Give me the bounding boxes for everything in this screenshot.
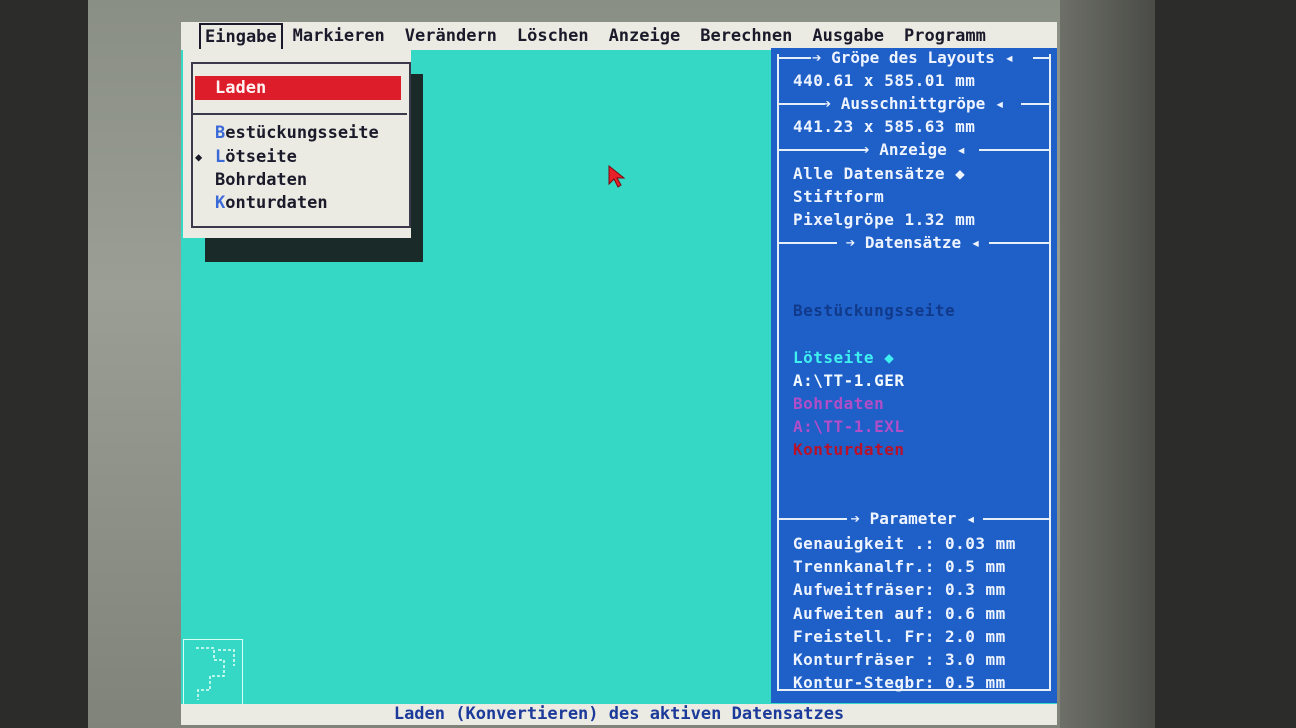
record-konturdaten[interactable]: Konturdaten [793, 440, 904, 459]
header-label: Anzeige [879, 140, 947, 159]
arrow-left-icon: ◂ [946, 140, 966, 159]
info-panel: ➔ Gröpe des Layouts ◂ 440.61 x 585.01 mm… [771, 48, 1057, 703]
display-header: ➔ Anzeige ◂ [777, 140, 1049, 160]
param-trennkanalfraeser: Trennkanalfr.: 0.5 mm [793, 557, 1006, 576]
param-kontur-stegbreite: Kontur-Stegbr: 0.5 mm [793, 673, 1006, 692]
hotkey-letter: K [215, 193, 226, 213]
arrow-left-icon: ◂ [994, 48, 1015, 67]
menu-option-laden[interactable]: Laden [195, 76, 401, 100]
parameter-header: ➔ Parameter ◂ [777, 509, 1049, 529]
param-aufweitfraeser: Aufweitfräser: 0.3 mm [793, 580, 1006, 599]
records-header: ➔ Datensätze ◂ [777, 233, 1049, 253]
menu-anzeige[interactable]: Anzeige [599, 22, 691, 50]
arrow-right-icon: ➔ [811, 48, 832, 67]
option-label: ötseite [225, 147, 297, 167]
dropdown-separator [193, 113, 407, 115]
display-pin-shape[interactable]: Stiftform [793, 187, 884, 206]
hotkey-letter: L [215, 147, 226, 167]
menu-option-konturdaten[interactable]: Konturdaten [215, 193, 328, 213]
menu-option-bohrdaten[interactable]: Bohrdaten [215, 170, 307, 190]
menu-option-loetseite[interactable]: Lötseite [215, 147, 297, 167]
param-genauigkeit: Genauigkeit .: 0.03 mm [793, 534, 1016, 553]
record-bohrdaten[interactable]: Bohrdaten [793, 394, 884, 413]
header-label: Ausschnittgröpe [840, 94, 986, 113]
monitor-bezel-edge [1060, 0, 1155, 728]
menu-ausgabe[interactable]: Ausgabe [802, 22, 894, 50]
menu-option-bestueckungsseite[interactable]: Bestückungsseite [215, 123, 379, 143]
cutout-size-value: 441.23 x 585.63 mm [793, 117, 976, 136]
arrow-left-icon: ◂ [985, 94, 1005, 113]
record-bestueckungsseite[interactable]: Bestückungsseite [793, 301, 955, 320]
layout-size-value: 440.61 x 585.01 mm [793, 71, 976, 90]
menu-programm[interactable]: Programm [894, 22, 996, 50]
display-all-records[interactable]: Alle Datensätze ◆ [793, 164, 965, 183]
menu-loeschen[interactable]: Löschen [507, 22, 599, 50]
menu-veraendern[interactable]: Verändern [395, 22, 507, 50]
menu-eingabe[interactable]: Eingabe [199, 23, 283, 49]
cutout-size-header: ➔ Ausschnittgröpe ◂ [777, 94, 1049, 114]
screen: Eingabe Markieren Verändern Löschen Anze… [181, 22, 1057, 725]
header-label: Gröpe des Layouts [831, 48, 995, 67]
hotkey-letter: B [215, 123, 226, 143]
record-loetseite[interactable]: Lötseite ◆ [793, 348, 894, 367]
status-bar: Laden (Konvertieren) des aktiven Datensa… [181, 704, 1057, 725]
option-label: onturdaten [225, 193, 328, 213]
overview-minimap[interactable] [183, 639, 243, 707]
arrow-left-icon: ◂ [961, 233, 981, 252]
param-freistell-fraeser: Freistell. Fr: 2.0 mm [793, 627, 1006, 646]
menu-berechnen[interactable]: Berechnen [690, 22, 802, 50]
menu-markieren[interactable]: Markieren [283, 22, 395, 50]
arrow-right-icon: ➔ [845, 233, 865, 252]
arrow-right-icon: ➔ [850, 509, 870, 528]
record-bohrdaten-file: A:\TT-1.EXL [793, 417, 905, 436]
param-konturfraeser: Konturfräser : 3.0 mm [793, 650, 1006, 669]
header-label: Datensätze [864, 233, 962, 252]
eingabe-dropdown: Laden Bestückungsseite ◆ Lötseite Bohrda… [183, 50, 411, 238]
header-label: Parameter [869, 509, 957, 528]
record-loetseite-file: A:\TT-1.GER [793, 371, 905, 390]
mouse-pointer-icon [608, 164, 626, 193]
display-pixel-size: Pixelgröpe 1.32 mm [793, 210, 976, 229]
option-label: ohrdaten [225, 170, 308, 190]
layout-size-header: ➔ Gröpe des Layouts ◂ [777, 48, 1049, 68]
menu-bar: Eingabe Markieren Verändern Löschen Anze… [181, 22, 1057, 50]
hotkey-letter: B [215, 170, 226, 190]
selected-bullet-icon: ◆ [195, 150, 203, 164]
option-label: estückungsseite [225, 123, 379, 143]
arrow-left-icon: ◂ [956, 509, 976, 528]
param-aufweiten-auf: Aufweiten auf: 0.6 mm [793, 604, 1006, 623]
